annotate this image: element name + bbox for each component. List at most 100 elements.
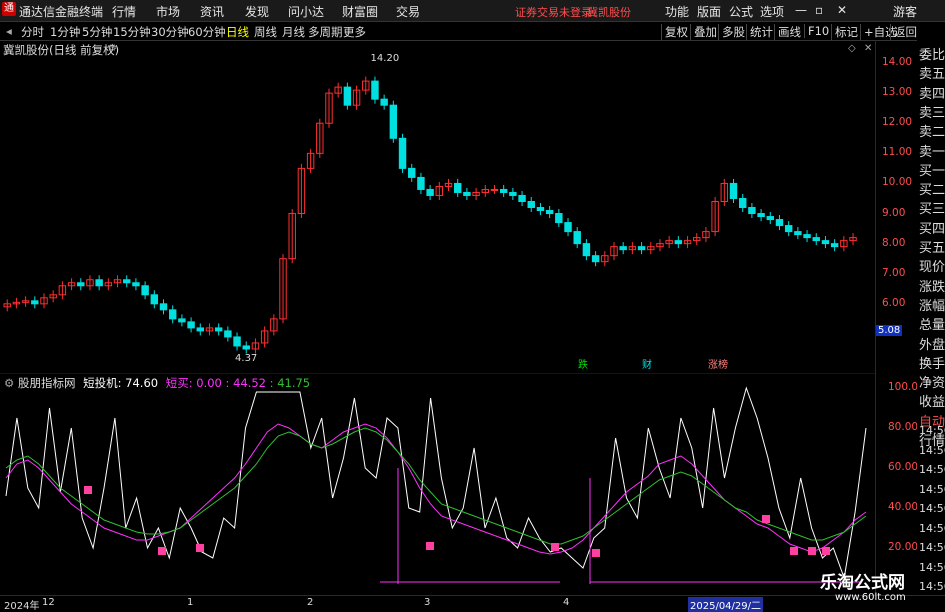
date-axis: 2024年 12 1 2 3 4 2025/04/29/二 <box>0 595 945 612</box>
candle-body <box>509 191 517 196</box>
candle-body <box>168 309 177 320</box>
quote-field-label: 买二 <box>919 183 945 199</box>
quote-field-label: 委比 <box>919 48 945 63</box>
price-axis: 6.00 7.00 8.00 9.00 10.00 11.00 12.00 13.00 14.0… <box>875 40 918 595</box>
quote-field-label: 换手 <box>919 356 945 372</box>
login-notice[interactable]: 证券交易未登录 <box>515 4 592 20</box>
guest-user[interactable]: 游客 <box>893 3 917 20</box>
candle-body <box>141 285 149 296</box>
indicator-line2-label: 短买: 0.00 <box>165 376 222 390</box>
event-tag: 涨榜 <box>708 358 728 371</box>
tab-gengduo[interactable]: 更多 <box>343 24 366 40</box>
tab-60min[interactable]: 60分钟 <box>188 24 226 40</box>
price-tick: 14.00 <box>882 56 913 69</box>
tab-1min[interactable]: 1分钟 <box>50 24 80 40</box>
menu-item-wenxiaoda[interactable]: 问小达 <box>288 3 324 20</box>
expand-icon[interactable]: ◇ <box>848 43 856 54</box>
menu-item-xuanxiang[interactable]: 选项 <box>760 3 784 20</box>
quote-field-label: 买三 <box>919 202 945 218</box>
candle-body <box>784 225 793 233</box>
arrow-left-icon[interactable]: ◂ <box>6 24 12 38</box>
close-icon[interactable]: ✕ <box>837 3 847 17</box>
candle-body <box>123 279 131 284</box>
date-m4: 4 <box>563 597 570 608</box>
tab-rixian[interactable]: 日线 <box>226 24 249 40</box>
candle-body <box>564 222 572 233</box>
candle-body <box>242 345 250 350</box>
candle-body <box>775 219 784 227</box>
tongji-button[interactable]: 统计 <box>746 24 773 40</box>
menu-item-faxian[interactable]: 发现 <box>245 3 269 20</box>
tab-30min[interactable]: 30分钟 <box>151 24 189 40</box>
buy-signal-marker <box>196 544 204 552</box>
quote-field-label: 卖一 <box>919 144 945 160</box>
date-year: 2024年 <box>4 601 40 612</box>
buy-signal-marker <box>762 515 770 523</box>
candle-body <box>748 207 756 215</box>
stock-name-link[interactable]: 冀凯股份 <box>587 4 631 20</box>
close-panel-icon[interactable]: ✕ <box>864 43 872 54</box>
quote-field-label: 卖二 <box>919 125 945 141</box>
huaxian-button[interactable]: 画线 <box>774 24 801 40</box>
menu-item-zixun[interactable]: 资讯 <box>200 3 224 20</box>
menu-item-shichang[interactable]: 市场 <box>156 3 180 20</box>
indicator-chart[interactable] <box>0 373 875 595</box>
fuquan-button[interactable]: 复权 <box>661 24 688 40</box>
buy-signal-marker <box>84 486 92 494</box>
duogu-button[interactable]: 多股 <box>718 24 745 40</box>
app-logo-icon: 通 <box>2 2 16 16</box>
price-low-label: 4.37 <box>235 353 257 364</box>
candle-body <box>619 246 627 251</box>
candle-body <box>371 80 379 100</box>
tab-yuexian[interactable]: 月线 <box>282 24 305 40</box>
tab-fenshi[interactable]: 分时 <box>21 24 44 40</box>
restore-icon[interactable]: ▫ <box>815 3 823 17</box>
minimize-icon[interactable]: — <box>795 3 807 17</box>
menu-item-banmian[interactable]: 版面 <box>697 3 721 20</box>
quote-field-label: 外盘 <box>919 337 945 353</box>
candle-body <box>178 318 186 323</box>
candle-body <box>490 188 499 191</box>
f10-button[interactable]: F10 <box>804 24 829 38</box>
menu-item-gongshi[interactable]: 公式 <box>729 3 753 20</box>
buy-signal-marker <box>592 549 600 557</box>
time-row: 14:56 <box>919 424 945 437</box>
time-row: 14:56 <box>919 502 945 515</box>
menu-item-gongneng[interactable]: 功能 <box>665 3 689 20</box>
quote-field-label: 收益 <box>919 395 945 411</box>
event-tag: 跌 <box>578 358 588 371</box>
time-row: 14:56 <box>919 463 945 476</box>
indicator-tick: 40.00 <box>888 501 919 513</box>
candle-body <box>803 234 811 239</box>
candle-body <box>187 321 195 329</box>
quote-field-label: 卖四 <box>919 86 945 102</box>
candle-body <box>150 294 159 305</box>
candle-body <box>729 182 738 199</box>
candlestick-chart[interactable]: 14.20 4.37 跌 财 涨榜 <box>0 40 875 373</box>
back-button[interactable]: 返回 <box>890 24 917 40</box>
indicator-settings-icon[interactable]: ⚙ <box>4 376 14 390</box>
tab-15min[interactable]: 15分钟 <box>113 24 151 40</box>
watermark-url: www.60lt.com <box>835 592 906 603</box>
tab-zhouxian[interactable]: 周线 <box>254 24 277 40</box>
candle-body <box>389 104 398 139</box>
diejia-button[interactable]: 叠加 <box>690 24 717 40</box>
date-m12: 12 <box>42 597 55 608</box>
candle-body <box>343 86 352 106</box>
indicator-tick: 80.00 <box>888 421 919 433</box>
tab-duozhouqi[interactable]: 多周期 <box>308 24 343 40</box>
biaoji-button[interactable]: 标记 <box>831 24 858 40</box>
tab-5min[interactable]: 5分钟 <box>82 24 112 40</box>
candle-body <box>214 327 223 332</box>
menu-item-caifuquan[interactable]: 财富圈 <box>342 3 378 20</box>
candle-body <box>545 210 554 215</box>
candle-body <box>463 191 471 196</box>
candle-body <box>408 167 416 178</box>
menu-item-jiaoyi[interactable]: 交易 <box>396 3 420 20</box>
buy-signal-marker <box>822 547 830 555</box>
menu-item-hangqing[interactable]: 行情 <box>112 3 136 20</box>
candle-body <box>132 282 140 287</box>
candle-body <box>555 213 563 224</box>
menu-bar: 通 通达信金融终端 行情 市场 资讯 发现 问小达 财富圈 交易 证券交易未登录… <box>0 0 945 22</box>
settings-dropdown-icon[interactable]: ⚙ <box>108 43 117 54</box>
